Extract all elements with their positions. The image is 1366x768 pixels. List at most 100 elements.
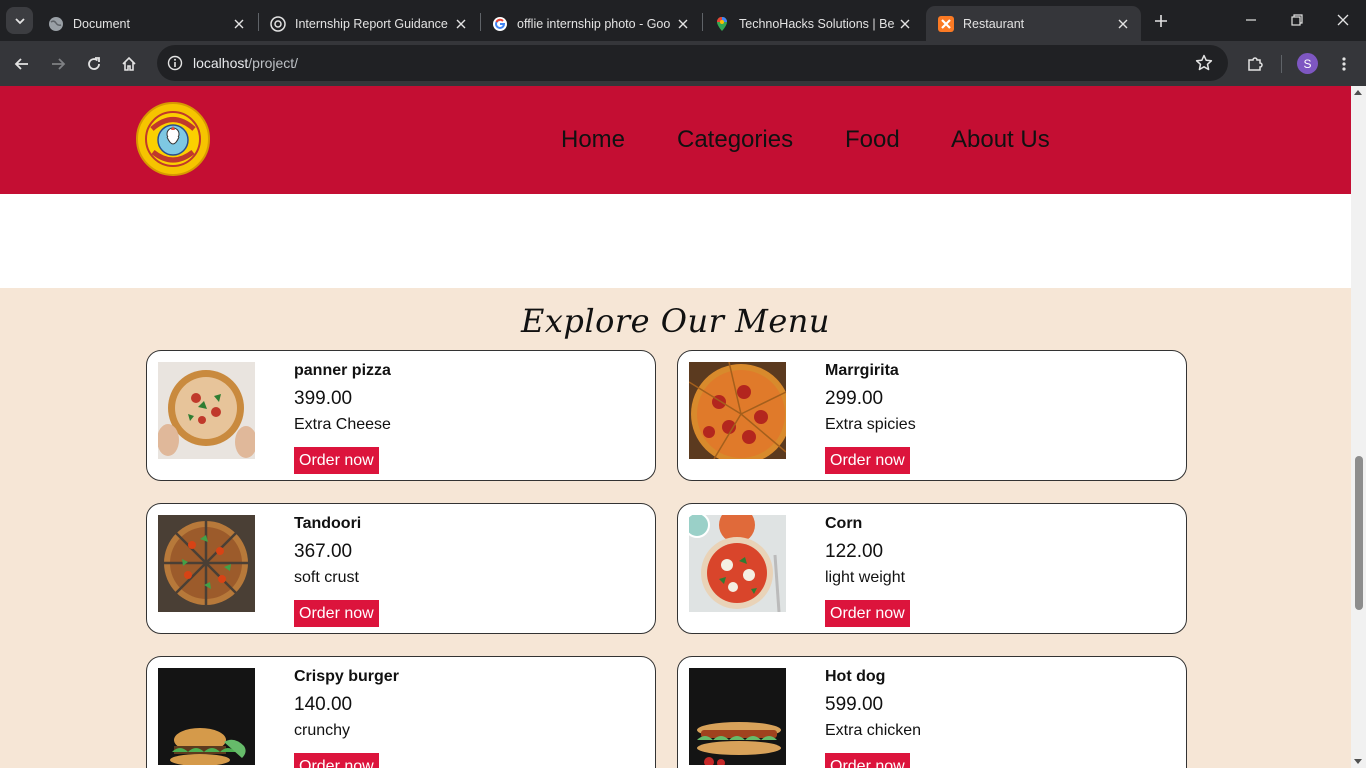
- site-info-icon[interactable]: [163, 51, 187, 75]
- item-description: Extra Cheese: [294, 416, 391, 433]
- new-tab-button[interactable]: [1148, 8, 1174, 34]
- close-icon[interactable]: [895, 14, 915, 34]
- browser-toolbar: localhost/project/ S: [0, 41, 1366, 86]
- tab-document[interactable]: Document: [36, 6, 257, 41]
- globe-icon: [48, 16, 64, 32]
- item-price: 299.00: [825, 388, 884, 409]
- puzzle-icon: [1248, 57, 1263, 71]
- bookmark-star-icon[interactable]: [1194, 53, 1214, 73]
- window-close-button[interactable]: [1320, 0, 1366, 40]
- item-name: Hot dog: [825, 668, 886, 685]
- address-bar[interactable]: localhost/project/: [157, 45, 1228, 81]
- item-description: crunchy: [294, 722, 351, 739]
- nav-food[interactable]: Food: [845, 126, 900, 154]
- toolbar-divider: [1281, 55, 1282, 73]
- food-image: [158, 668, 255, 765]
- logo-emblem: [145, 111, 201, 167]
- tab-search-button[interactable]: [6, 7, 33, 34]
- item-name: Crispy burger: [294, 668, 399, 685]
- tab-restaurant[interactable]: Restaurant: [926, 6, 1141, 41]
- xampp-icon: [938, 15, 954, 32]
- tab-title: Document: [73, 16, 130, 31]
- google-icon: [492, 16, 508, 32]
- tab-title: Internship Report Guidance: [295, 16, 448, 31]
- minimize-icon: [1246, 19, 1256, 21]
- menu-item-card: Marrgirita 299.00 Extra spicies Order no…: [677, 350, 1187, 481]
- menu-title: Explore Our Menu: [520, 302, 831, 340]
- url-path: /project/: [248, 55, 299, 71]
- menu-item-card: panner pizza 399.00 Extra Cheese Order n…: [146, 350, 656, 481]
- item-description: Extra spicies: [825, 416, 916, 433]
- tab-title: offlie internship photo - Goo: [517, 16, 671, 31]
- restore-button[interactable]: [1274, 0, 1320, 40]
- item-description: soft crust: [294, 569, 359, 586]
- order-now-button[interactable]: Order now: [294, 447, 379, 474]
- item-price: 367.00: [294, 541, 353, 562]
- plus-icon: [1155, 15, 1167, 27]
- chatgpt-icon: [270, 15, 286, 32]
- more-vert-icon: [1342, 57, 1346, 71]
- close-icon[interactable]: [673, 14, 693, 34]
- reload-icon: [88, 57, 100, 70]
- item-description: light weight: [825, 569, 906, 586]
- tab-google-search[interactable]: offlie internship photo - Goo: [480, 6, 701, 41]
- food-image: [689, 362, 786, 459]
- order-now-button[interactable]: Order now: [825, 753, 910, 768]
- tab-title: Restaurant: [963, 16, 1025, 31]
- back-button[interactable]: [7, 49, 37, 79]
- order-now-button[interactable]: Order now: [294, 753, 379, 768]
- scroll-down-arrow-icon[interactable]: [1354, 759, 1362, 764]
- item-name: Marrgirita: [825, 362, 899, 379]
- order-now-button[interactable]: Order now: [825, 600, 910, 627]
- scrollbar-thumb[interactable]: [1355, 456, 1363, 610]
- item-price: 140.00: [294, 694, 353, 715]
- menu-item-card: Tandoori 367.00 soft crust Order now: [146, 503, 656, 634]
- menu-item-card: Crispy burger 140.00 crunchy Order now: [146, 656, 656, 768]
- nav-home[interactable]: Home: [561, 126, 625, 154]
- item-price: 122.00: [825, 541, 884, 562]
- browser-menu-button[interactable]: [1329, 49, 1359, 79]
- url-host: localhost: [193, 55, 249, 71]
- minimize-button[interactable]: [1228, 0, 1274, 40]
- tab-title: TechnoHacks Solutions | Bes: [739, 16, 895, 31]
- close-icon[interactable]: [451, 14, 471, 34]
- restore-icon: [1291, 14, 1303, 26]
- item-name: panner pizza: [294, 362, 391, 379]
- menu-section: Explore Our Menu panner pizza 399.00 Ext…: [0, 288, 1351, 768]
- item-name: Tandoori: [294, 515, 362, 532]
- url-text[interactable]: localhost/project/: [193, 55, 298, 71]
- item-name: Corn: [825, 515, 863, 532]
- page-scrollbar[interactable]: [1351, 86, 1366, 768]
- item-description: Extra chicken: [825, 722, 922, 739]
- tab-internship-report[interactable]: Internship Report Guidance: [258, 6, 479, 41]
- page-viewport: Home Categories Food About Us Explore Ou…: [0, 86, 1366, 768]
- tab-strip: Document Internship Report Guidance offl…: [0, 0, 1366, 41]
- order-now-button[interactable]: Order now: [825, 447, 910, 474]
- food-image: [158, 515, 255, 612]
- food-image: [689, 515, 786, 612]
- menu-item-card: Corn 122.00 light weight Order now: [677, 503, 1187, 634]
- extensions-button[interactable]: [1240, 49, 1270, 79]
- close-icon[interactable]: [1113, 14, 1133, 34]
- food-image: [689, 668, 786, 765]
- restaurant-logo[interactable]: [136, 102, 210, 176]
- nav-categories[interactable]: Categories: [677, 126, 793, 154]
- home-button[interactable]: [114, 49, 144, 79]
- item-price: 599.00: [825, 694, 884, 715]
- forward-button[interactable]: [43, 49, 73, 79]
- scroll-up-arrow-icon[interactable]: [1354, 90, 1362, 95]
- menu-item-card: Hot dog 599.00 Extra chicken Order now: [677, 656, 1187, 768]
- arrow-left-icon: [14, 58, 28, 70]
- item-price: 399.00: [294, 388, 353, 409]
- maps-pin-icon: [714, 16, 730, 32]
- order-now-button[interactable]: Order now: [294, 600, 379, 627]
- site-header: Home Categories Food About Us: [0, 86, 1351, 194]
- close-icon[interactable]: [229, 14, 249, 34]
- close-icon: [1337, 14, 1349, 26]
- reload-button[interactable]: [79, 49, 109, 79]
- chevron-down-icon: [14, 17, 25, 24]
- profile-avatar[interactable]: S: [1297, 53, 1318, 74]
- home-icon: [122, 56, 136, 71]
- tab-technohacks[interactable]: TechnoHacks Solutions | Bes: [702, 6, 923, 41]
- nav-about-us[interactable]: About Us: [951, 126, 1050, 154]
